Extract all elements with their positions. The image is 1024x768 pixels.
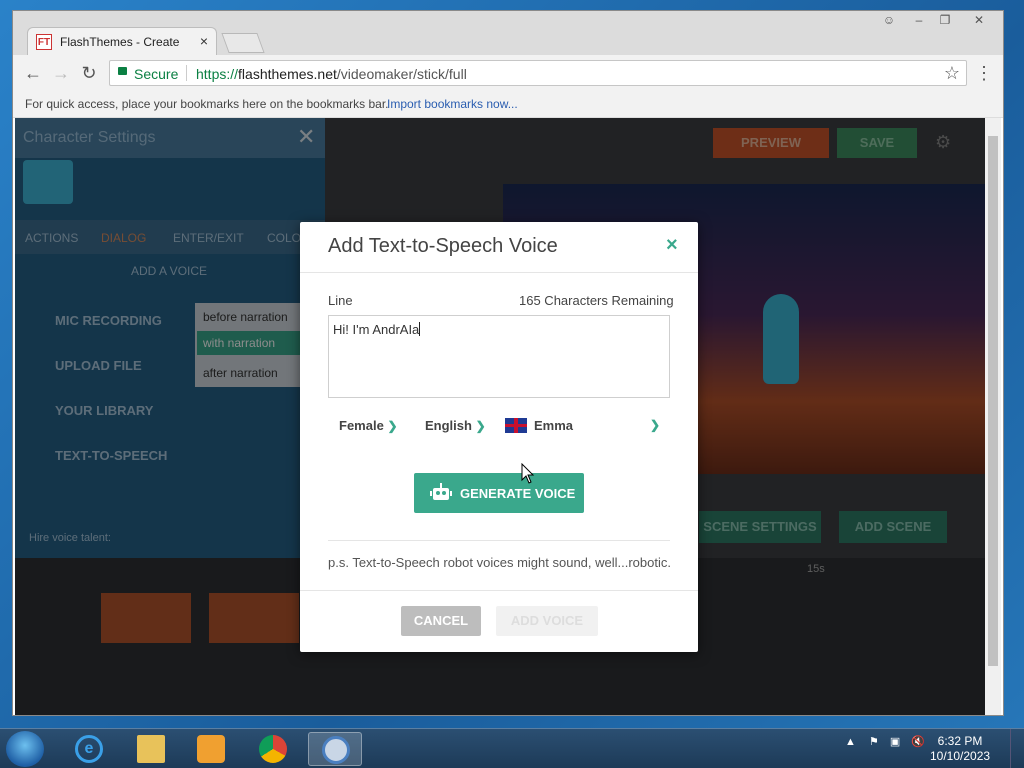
uk-flag-icon (505, 418, 527, 433)
generate-voice-label: GENERATE VOICE (460, 486, 576, 501)
line-textarea[interactable]: Hi! I'm AndrAIa (328, 315, 670, 398)
robotic-note: p.s. Text-to-Speech robot voices might s… (328, 555, 671, 570)
dialog-divider (328, 540, 670, 541)
text-caret (419, 322, 421, 336)
favicon-icon: FT (36, 34, 52, 50)
characters-remaining: 165 Characters Remaining (519, 293, 674, 308)
forward-icon[interactable]: → (51, 63, 71, 84)
tray-arrow-icon[interactable]: ▲ (845, 736, 856, 748)
generate-voice-button[interactable]: GENERATE VOICE (414, 473, 584, 513)
chrome-icon (259, 735, 287, 763)
url-scheme: https:// (196, 66, 239, 82)
import-bookmarks-link[interactable]: Import bookmarks now... (387, 97, 518, 111)
cancel-button[interactable]: CANCEL (401, 606, 481, 636)
page-scrollbar[interactable] (985, 118, 1001, 715)
chevron-down-icon: ❯ (475, 419, 486, 433)
back-icon[interactable]: ← (23, 63, 43, 84)
dialog-close-icon[interactable]: × (666, 234, 678, 257)
dialog-header: Add Text-to-Speech Voice × (300, 222, 698, 273)
tts-dialog: Add Text-to-Speech Voice × Line 165 Char… (300, 222, 698, 652)
taskbar-media[interactable] (184, 732, 238, 766)
browser-tab[interactable]: FT FlashThemes - Create × (27, 27, 217, 55)
address-separator (186, 65, 187, 81)
gender-select[interactable]: Female ❯ (339, 418, 398, 433)
taskbar-chrome-active[interactable] (308, 732, 362, 766)
dialog-title: Add Text-to-Speech Voice (328, 235, 558, 257)
taskbar-explorer[interactable] (124, 732, 178, 766)
network-icon[interactable]: ▣ (890, 736, 900, 748)
browser-toolbar: ← → ↻ Secure https://flashthemes.net/vid… (13, 55, 1003, 91)
url-text: https://flashthemes.net/videomaker/stick… (196, 66, 467, 82)
chevron-down-icon: ❯ (387, 419, 398, 433)
title-bar: FT FlashThemes - Create × ☺ – ❐ ✕ (13, 11, 1003, 55)
language-value: English (425, 418, 472, 433)
address-bar[interactable]: Secure https://flashthemes.net/videomake… (109, 60, 967, 86)
bookmark-star-icon[interactable]: ☆ (944, 63, 960, 84)
line-text: Hi! I'm AndrAIa (333, 322, 420, 337)
clock-time: 6:32 PM (937, 734, 983, 748)
chrome-window-icon (322, 736, 350, 764)
action-center-icon[interactable]: ⚑ (869, 736, 879, 748)
profile-icon[interactable]: ☺ (879, 13, 899, 27)
voice-select[interactable]: Emma ❯ (534, 418, 664, 433)
dialog-footer: CANCEL ADD VOICE (300, 590, 698, 653)
voice-value: Emma (534, 418, 574, 433)
url-path: /videomaker/stick/full (336, 66, 467, 82)
taskbar: e ▲ ⚑ ▣ 🔇 6:32 PM 10/10/2023 (0, 728, 1024, 768)
internet-explorer-icon: e (75, 735, 103, 763)
lock-icon (118, 67, 127, 75)
media-player-icon (197, 735, 225, 763)
browser-menu-icon[interactable]: ⋮ (975, 63, 993, 84)
start-button[interactable] (6, 731, 44, 767)
url-domain: flashthemes.net (238, 66, 337, 82)
clock[interactable]: 6:32 PM 10/10/2023 (930, 734, 990, 764)
volume-muted-icon[interactable]: 🔇 (911, 736, 925, 748)
minimize-icon[interactable]: – (909, 13, 929, 27)
line-label: Line (328, 293, 353, 308)
clock-date: 10/10/2023 (930, 749, 991, 763)
bookmarks-prompt: For quick access, place your bookmarks h… (25, 97, 389, 111)
scrollbar-thumb[interactable] (988, 136, 998, 666)
folder-icon (137, 735, 165, 763)
secure-label: Secure (134, 66, 179, 82)
system-tray: ▲ ⚑ ▣ 🔇 (845, 735, 925, 748)
taskbar-chrome[interactable] (246, 732, 300, 766)
mouse-cursor-icon (521, 463, 535, 484)
show-desktop-button[interactable] (1010, 729, 1024, 768)
add-voice-button[interactable]: ADD VOICE (496, 606, 598, 636)
tab-title: FlashThemes - Create (60, 35, 180, 49)
language-select[interactable]: English ❯ (425, 418, 486, 433)
bookmarks-bar: For quick access, place your bookmarks h… (13, 91, 1003, 118)
taskbar-ie[interactable]: e (62, 732, 116, 766)
reload-icon[interactable]: ↻ (79, 63, 99, 84)
robot-icon (430, 483, 452, 500)
new-tab-button[interactable] (221, 33, 265, 53)
gender-value: Female (339, 418, 384, 433)
restore-icon[interactable]: ❐ (935, 13, 955, 27)
tab-close-icon[interactable]: × (200, 33, 208, 49)
chevron-down-icon: ❯ (650, 418, 661, 432)
close-window-icon[interactable]: ✕ (969, 13, 989, 27)
